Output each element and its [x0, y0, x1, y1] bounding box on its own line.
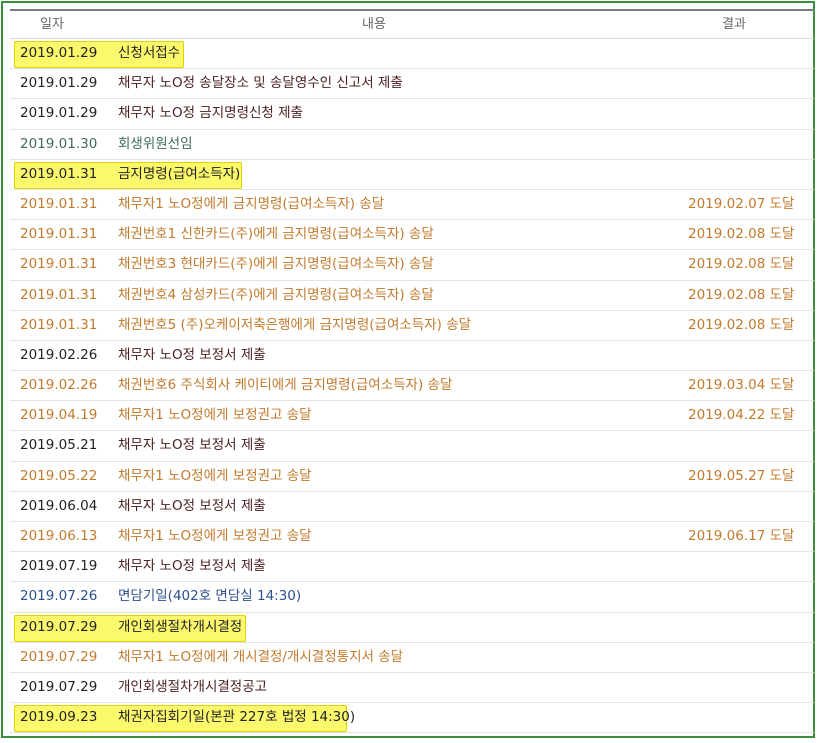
row-date: 2019.01.29: [20, 45, 98, 61]
row-content: 채무자 노O정 보정서 제출: [118, 346, 266, 363]
table-row: 2019.07.29 개인회생절차개시결정공고: [10, 673, 814, 704]
row-date: 2019.07.29: [20, 678, 98, 695]
row-date: 2019.01.30: [20, 135, 98, 152]
row-content: 채무자 노O정 보정서 제출: [118, 558, 266, 575]
row-result: 2019.02.08 도달: [688, 286, 795, 303]
row-content: 개인회생절차개시결정공고: [118, 678, 268, 695]
row-date: 2019.01.31: [20, 195, 98, 212]
row-date: 2019.05.21: [20, 437, 98, 454]
row-date: 2019.01.31: [20, 165, 98, 182]
table-row: 2019.01.29 채무자 노O정 송달장소 및 송달영수인 신고서 제출: [10, 69, 814, 100]
table-row: 2019.01.31 채무자1 노O정에게 금지명령(급여소득자) 송달 2019.…: [10, 190, 814, 221]
table-row: 2019.01.31 채권번호4 삼성카드(주)에게 금지명령(급여소득자) 송달…: [10, 281, 814, 311]
row-result: 2019.06.17 도달: [688, 528, 795, 544]
table-row: 2019.07.29 개인회생절차개시결정: [10, 613, 814, 643]
row-date: 2019.01.31: [20, 226, 98, 243]
row-date: 2019.01.29: [20, 75, 98, 92]
row-content: 회생위원선임: [118, 135, 193, 152]
row-content: 면담기일(402호 면담실 14:30): [118, 588, 302, 605]
row-result: 2019.02.08 도달: [688, 226, 795, 243]
table-row: 2019.02.26 채무자 노O정 보정서 제출: [10, 341, 814, 372]
row-content: 채무자 노O정 금지명령신청 제출: [118, 105, 303, 122]
header-result: 결과: [722, 17, 746, 32]
row-content: 채무자 노O정 보정서 제출: [118, 497, 266, 514]
table-row: 2019.01.30 회생위원선임: [10, 130, 814, 160]
row-date: 2019.01.29: [20, 105, 98, 122]
table-row: 2019.02.26 채권번호6 주식회사 케이티에게 금지명령(급여소득자) 송…: [10, 371, 814, 402]
row-content: 채무자 노O정 송달장소 및 송달영수인 신고서 제출: [118, 75, 403, 92]
row-date: 2019.07.26: [20, 588, 98, 605]
row-date: 2019.06.13: [20, 528, 98, 544]
row-date: 2019.02.26: [20, 377, 98, 394]
row-result: 2019.03.04 도달: [688, 377, 795, 394]
row-result: 2019.02.07 도달: [688, 195, 795, 212]
table-row: 2019.01.31 채권번호5 (주)오케이저축은행에게 금지명령(급여소득자)…: [10, 311, 814, 341]
table-row: 2019.01.31 채권번호3 현대카드(주)에게 금지명령(급여소득자) 송달…: [10, 250, 814, 281]
table-row: 2019.04.19 채무자1 노O정에게 보정권고 송달 2019.04.22 도…: [10, 401, 814, 432]
row-content: 채권번호3 현대카드(주)에게 금지명령(급여소득자) 송달: [118, 256, 434, 273]
row-result: 2019.02.08 도달: [688, 316, 795, 333]
row-content: 채무자1 노O정에게 보정권고 송달: [118, 407, 312, 424]
row-date: 2019.09.23: [20, 709, 98, 726]
row-result: 2019.04.22 도달: [688, 407, 795, 424]
header-date: 일자: [40, 17, 64, 32]
row-result: 2019.05.27 도달: [688, 467, 795, 484]
row-content: 채무자 노O정 보정서 제출: [118, 437, 266, 454]
table-row: 2019.06.04 채무자 노O정 보정서 제출: [10, 492, 814, 522]
row-date: 2019.02.26: [20, 346, 98, 363]
row-content: 채무자1 노O정에게 금지명령(급여소득자) 송달: [118, 195, 385, 212]
row-content: 신청서접수: [118, 45, 181, 61]
row-content: 채권번호4 삼성카드(주)에게 금지명령(급여소득자) 송달: [118, 286, 434, 303]
case-history-table: 일자 내용 결과 2019.01.29 신청서접수 2019.01.29 채무자 노O…: [10, 9, 814, 734]
row-content: 채무자1 노O정에게 보정권고 송달: [118, 528, 312, 544]
row-content: 채권번호1 신한카드(주)에게 금지명령(급여소득자) 송달: [118, 226, 434, 243]
table-header: 일자 내용 결과: [10, 9, 814, 39]
table-body: 2019.01.29 신청서접수 2019.01.29 채무자 노O정 송달장소 및 …: [10, 39, 814, 734]
table-row: 2019.06.13 채무자1 노O정에게 보정권고 송달 2019.06.17 도…: [10, 522, 814, 553]
row-content: 채권번호6 주식회사 케이티에게 금지명령(급여소득자) 송달: [118, 377, 453, 394]
row-date: 2019.04.19: [20, 407, 98, 424]
row-content: 채권번호5 (주)오케이저축은행에게 금지명령(급여소득자) 송달: [118, 316, 472, 333]
row-date: 2019.07.19: [20, 558, 98, 575]
row-result: 2019.02.08 도달: [688, 256, 795, 273]
row-date: 2019.01.31: [20, 256, 98, 273]
row-date: 2019.01.31: [20, 286, 98, 303]
row-content: 금지명령(급여소득자): [118, 165, 241, 182]
table-row: 2019.07.29 채무자1 노O정에게 개시결정/개시결정통지서 송달: [10, 643, 814, 673]
table-row: 2019.01.29 채무자 노O정 금지명령신청 제출: [10, 99, 814, 130]
row-content: 채무자1 노O정에게 보정권고 송달: [118, 467, 312, 484]
table-row: 2019.05.22 채무자1 노O정에게 보정권고 송달 2019.05.27 도…: [10, 462, 814, 492]
row-date: 2019.01.31: [20, 316, 98, 333]
row-content: 개인회생절차개시결정: [118, 618, 243, 635]
row-date: 2019.07.29: [20, 618, 98, 635]
table-row: 2019.01.31 금지명령(급여소득자): [10, 160, 814, 190]
table-row: 2019.09.23 채권자집회기일(본관 227호 법정 14:30): [10, 703, 814, 734]
row-date: 2019.07.29: [20, 648, 98, 665]
row-content: 채권자집회기일(본관 227호 법정 14:30): [118, 709, 356, 726]
table-row: 2019.07.26 면담기일(402호 면담실 14:30): [10, 582, 814, 613]
table-row: 2019.05.21 채무자 노O정 보정서 제출: [10, 431, 814, 462]
header-content: 내용: [362, 17, 386, 32]
outer-frame: 일자 내용 결과 2019.01.29 신청서접수 2019.01.29 채무자 노O…: [1, 1, 815, 738]
table-row: 2019.07.19 채무자 노O정 보정서 제출: [10, 552, 814, 583]
row-date: 2019.05.22: [20, 467, 98, 484]
row-content: 채무자1 노O정에게 개시결정/개시결정통지서 송달: [118, 648, 404, 665]
table-row: 2019.01.29 신청서접수: [10, 39, 814, 70]
row-date: 2019.06.04: [20, 497, 98, 514]
table-row: 2019.01.31 채권번호1 신한카드(주)에게 금지명령(급여소득자) 송달…: [10, 220, 814, 251]
